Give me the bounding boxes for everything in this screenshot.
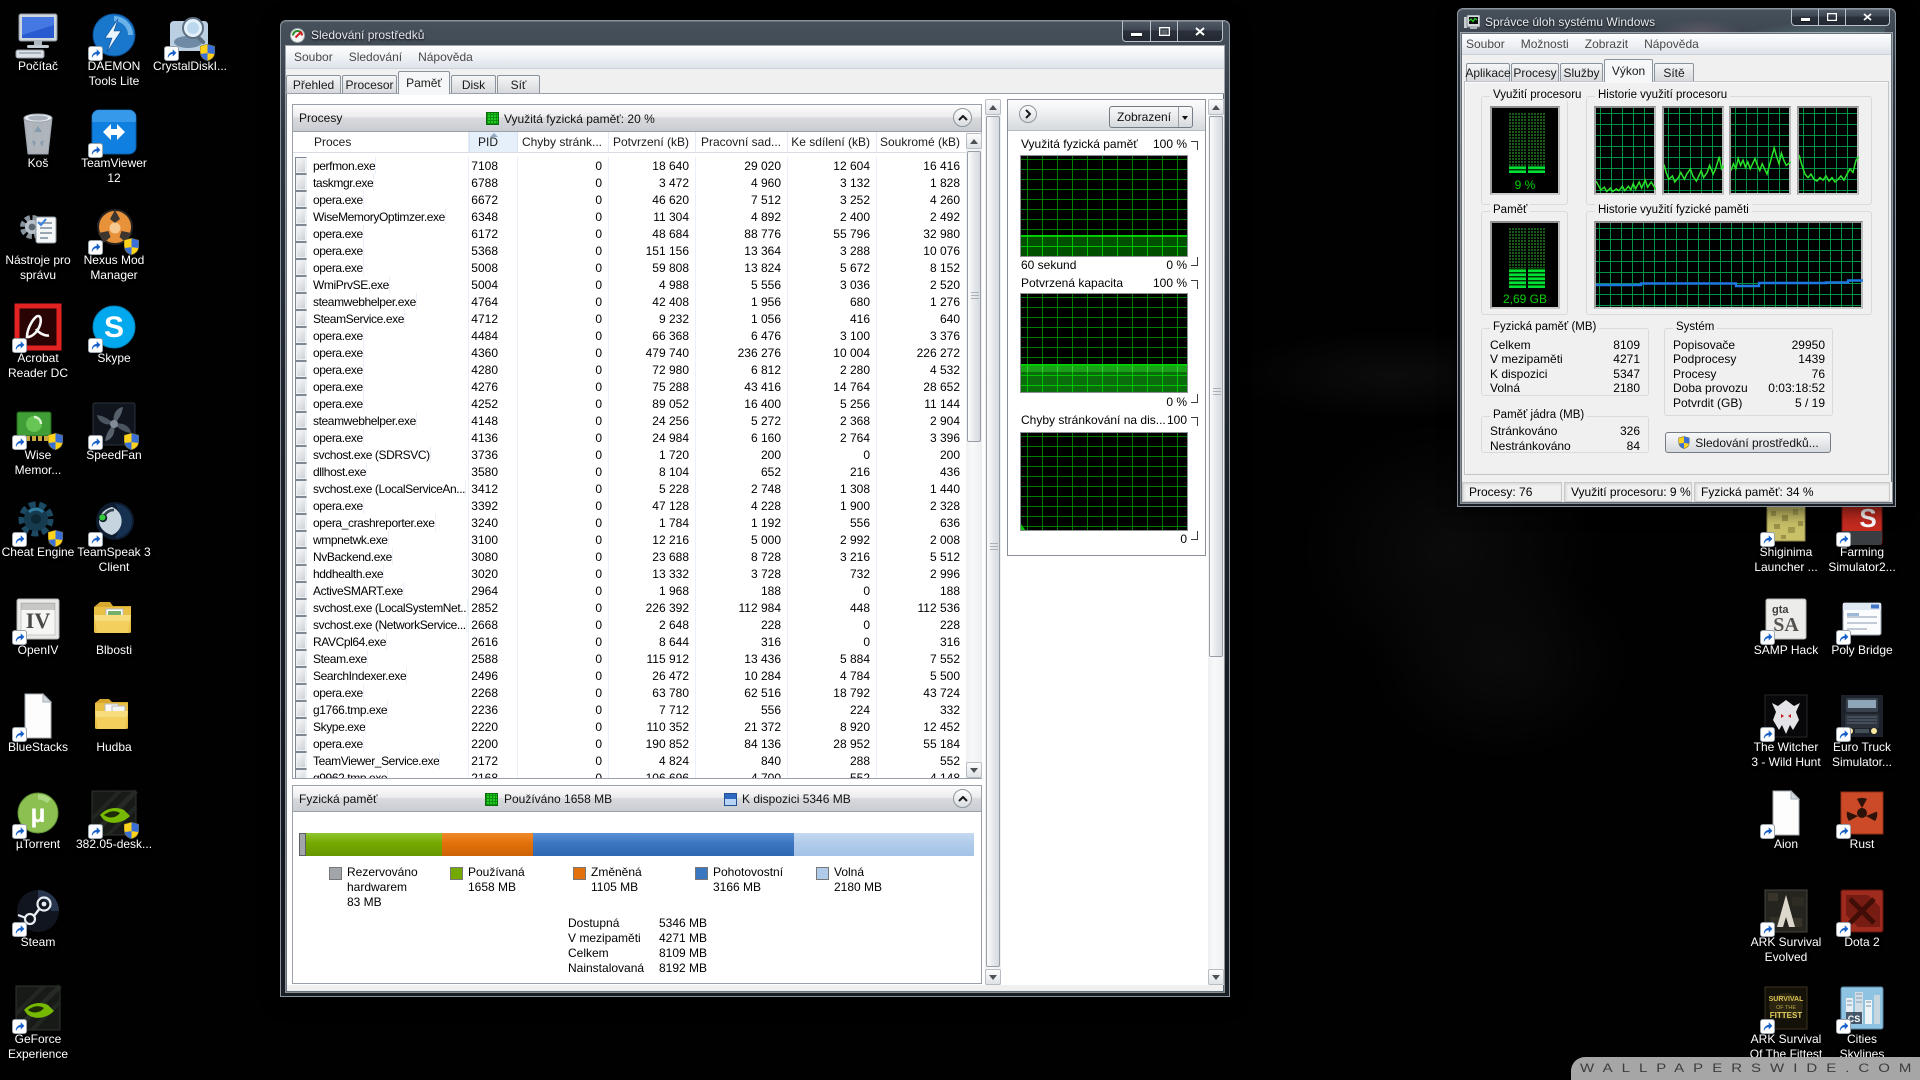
svg-text:S: S bbox=[104, 311, 124, 344]
svg-text:µ: µ bbox=[31, 798, 46, 828]
svg-text:SURVIVAL: SURVIVAL bbox=[1769, 996, 1804, 1003]
svg-text:SA: SA bbox=[1773, 614, 1799, 636]
svg-text:IV: IV bbox=[26, 608, 51, 633]
svg-text:S: S bbox=[1859, 503, 1876, 533]
